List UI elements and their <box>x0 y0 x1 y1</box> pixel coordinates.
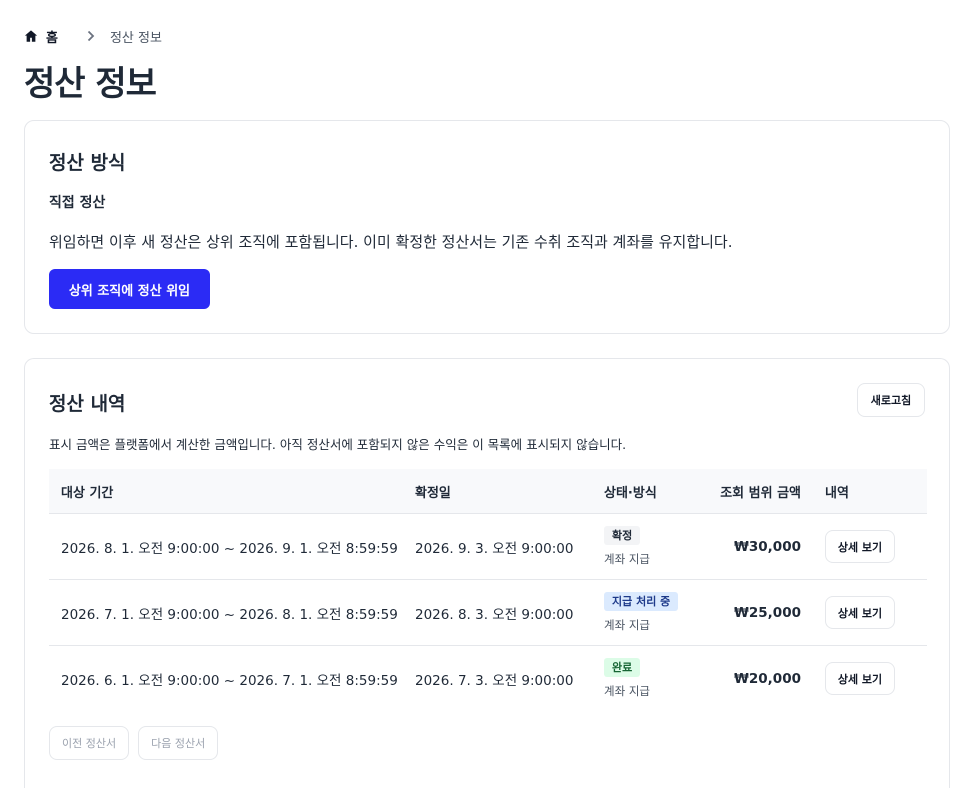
row-detail-cell: 상세 보기 <box>813 662 927 695</box>
row-detail-cell: 상세 보기 <box>813 530 927 563</box>
status-badge: 완료 <box>604 658 641 677</box>
history-note: 표시 금액은 플랫폼에서 계산한 금액입니다. 아직 정산서에 포함되지 않은 … <box>49 437 627 452</box>
next-statement-button[interactable]: 다음 정산서 <box>138 726 219 760</box>
row-status-cell: 지급 처리 중 계좌 지급 <box>604 592 700 633</box>
settlement-history-card: 정산 내역 새로고침 표시 금액은 플랫폼에서 계산한 금액입니다. 아직 정산… <box>24 358 950 788</box>
row-amount: ₩20,000 <box>734 670 801 687</box>
table-row: 2026. 7. 1. 오전 9:00:00 ~ 2026. 8. 1. 오전 … <box>49 580 927 646</box>
payout-method: 계좌 지급 <box>604 618 650 632</box>
settlement-method-card: 정산 방식 직접 정산 위임하면 이후 새 정산은 상위 조직에 포함됩니다. … <box>24 120 950 334</box>
row-amount: ₩25,000 <box>734 604 801 621</box>
delegate-settlement-button[interactable]: 상위 조직에 정산 위임 <box>49 269 210 309</box>
page-title: 정산 정보 <box>24 64 157 104</box>
settlement-table: 대상 기간 확정일 상태·방식 조회 범위 금액 내역 2026. 8. 1. … <box>49 469 927 711</box>
chevron-right-icon <box>86 30 96 42</box>
breadcrumb-home-link[interactable]: 홈 <box>24 27 58 46</box>
table-header: 대상 기간 확정일 상태·방식 조회 범위 금액 내역 <box>49 469 927 514</box>
row-confirmed-date: 2026. 7. 3. 오전 9:00:00 <box>415 672 574 689</box>
refresh-button[interactable]: 새로고침 <box>857 383 925 417</box>
row-status-cell: 완료 계좌 지급 <box>604 658 700 699</box>
breadcrumb-home-label: 홈 <box>46 30 58 46</box>
current-settlement-method: 직접 정산 <box>49 195 106 211</box>
home-icon <box>24 30 38 42</box>
column-header-status: 상태·방식 <box>604 485 657 501</box>
table-row: 2026. 6. 1. 오전 9:00:00 ~ 2026. 7. 1. 오전 … <box>49 646 927 711</box>
breadcrumb: 홈 정산 정보 <box>24 26 162 46</box>
column-header-amount: 조회 범위 금액 <box>720 485 801 501</box>
row-period: 2026. 8. 1. 오전 9:00:00 ~ 2026. 9. 1. 오전 … <box>61 540 398 557</box>
row-detail-cell: 상세 보기 <box>813 596 927 629</box>
view-detail-button[interactable]: 상세 보기 <box>825 662 895 695</box>
row-period: 2026. 7. 1. 오전 9:00:00 ~ 2026. 8. 1. 오전 … <box>61 606 398 623</box>
column-header-period: 대상 기간 <box>61 485 114 501</box>
settlement-method-description: 위임하면 이후 새 정산은 상위 조직에 포함됩니다. 이미 확정한 정산서는 … <box>49 233 733 251</box>
row-status-cell: 확정 계좌 지급 <box>604 526 700 567</box>
view-detail-button[interactable]: 상세 보기 <box>825 596 895 629</box>
column-header-detail: 내역 <box>825 485 849 501</box>
row-amount: ₩30,000 <box>734 538 801 555</box>
column-header-confirmed-date: 확정일 <box>415 485 451 501</box>
row-confirmed-date: 2026. 8. 3. 오전 9:00:00 <box>415 606 574 623</box>
payout-method: 계좌 지급 <box>604 552 650 566</box>
status-badge: 지급 처리 중 <box>604 592 679 611</box>
status-badge: 확정 <box>604 526 641 545</box>
breadcrumb-current: 정산 정보 <box>109 30 162 46</box>
settlement-history-title: 정산 내역 <box>49 393 126 415</box>
row-period: 2026. 6. 1. 오전 9:00:00 ~ 2026. 7. 1. 오전 … <box>61 672 398 689</box>
settlement-method-title: 정산 방식 <box>49 152 126 174</box>
view-detail-button[interactable]: 상세 보기 <box>825 530 895 563</box>
table-row: 2026. 8. 1. 오전 9:00:00 ~ 2026. 9. 1. 오전 … <box>49 514 927 580</box>
row-confirmed-date: 2026. 9. 3. 오전 9:00:00 <box>415 540 574 557</box>
prev-statement-button[interactable]: 이전 정산서 <box>49 726 130 760</box>
payout-method: 계좌 지급 <box>604 684 650 698</box>
pagination: 이전 정산서 다음 정산서 <box>49 726 219 760</box>
